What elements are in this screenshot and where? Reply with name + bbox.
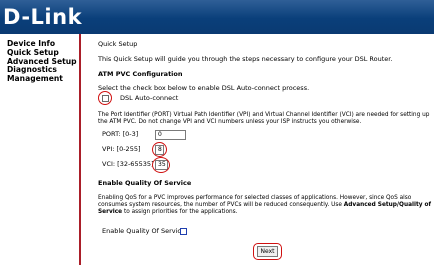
dlink-logo: D-Link (3, 5, 83, 29)
next-button[interactable]: Next (257, 246, 278, 257)
atm-heading: ATM PVC Configuration (98, 70, 183, 78)
vci-label: VCI: [32-65535] (102, 160, 154, 168)
vpi-input[interactable]: 8 (155, 145, 164, 155)
auto-connect-checkbox[interactable] (102, 95, 109, 102)
sidebar-menu: Device Info Quick Setup Advanced Setup D… (7, 39, 77, 84)
qos-heading: Enable Quality Of Service (98, 179, 192, 187)
sidebar-item-management[interactable]: Management (7, 74, 77, 84)
main-content: Quick Setup This Quick Setup will guide … (81, 34, 434, 265)
auto-connect-instruction: Select the check box below to enable DSL… (98, 84, 310, 92)
sidebar: Device Info Quick Setup Advanced Setup D… (0, 34, 81, 265)
header-bar: D-Link (0, 0, 434, 34)
port-label: PORT: [0-3] (102, 130, 139, 138)
qos-desc-text-2: to assign priorities for the application… (122, 208, 238, 215)
port-input[interactable]: 0 (155, 130, 186, 140)
vpi-label: VPI: [0-255] (102, 145, 141, 153)
enable-qos-label: Enable Quality Of Service (102, 227, 185, 235)
vci-input[interactable]: 35 (155, 160, 168, 170)
page-title: Quick Setup (98, 40, 138, 48)
intro-text: This Quick Setup will guide you through … (98, 55, 393, 63)
pvc-description: The Port Identifier (PORT) Virtual Path … (98, 112, 430, 125)
qos-description: Enabling QoS for a PVC improves performa… (98, 195, 434, 215)
enable-qos-checkbox[interactable] (180, 228, 187, 235)
auto-connect-label: DSL Auto-connect (120, 94, 179, 102)
